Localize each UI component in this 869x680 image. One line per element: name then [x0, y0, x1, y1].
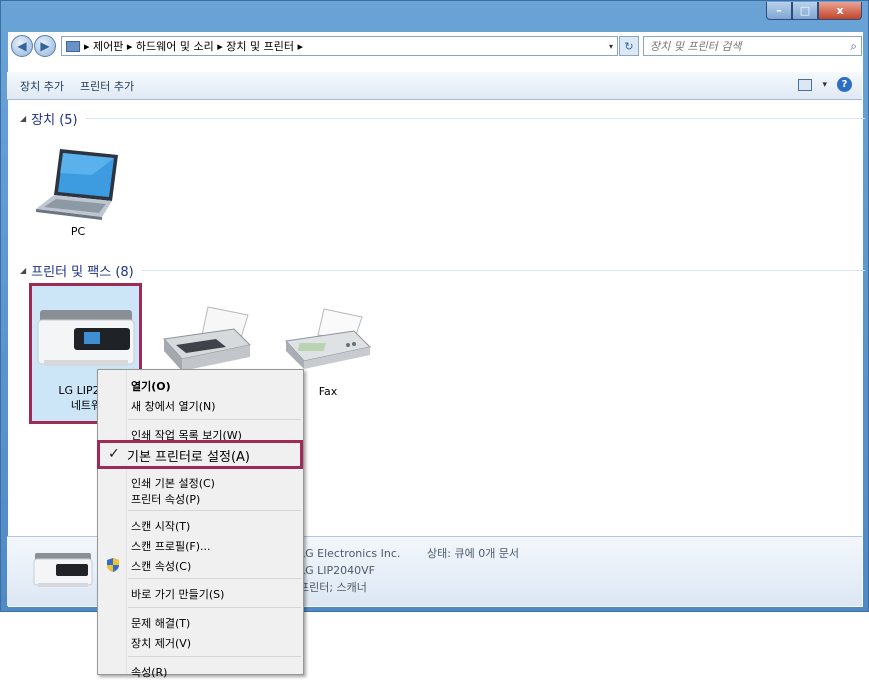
search-box[interactable]: ⌕	[643, 36, 862, 56]
help-icon[interactable]: ?	[837, 77, 852, 92]
search-icon[interactable]: ⌕	[850, 39, 857, 54]
fax-icon	[285, 308, 372, 369]
printer-generic[interactable]	[155, 305, 255, 378]
command-toolbar: 장치 추가 프린터 추가 ▾ ?	[7, 72, 862, 100]
close-button[interactable]: x	[818, 2, 862, 20]
menu-item-properties[interactable]: 속성(R)	[131, 664, 167, 680]
address-bar[interactable]: ▸ 제어판 ▸ 하드웨어 및 소리 ▸ 장치 및 프린터 ▸ ▾	[61, 36, 618, 56]
add-printer-button[interactable]: 프린터 추가	[72, 76, 142, 96]
menu-separator	[128, 656, 301, 657]
group-divider	[141, 270, 865, 271]
printers-group-header[interactable]: ◢ 프린터 및 팩스 (8)	[20, 261, 865, 280]
minimize-button[interactable]: –	[766, 2, 792, 20]
menu-item-scan-profiles[interactable]: 스캔 프로필(F)...	[131, 538, 211, 554]
multifunction-printer-icon	[37, 310, 135, 366]
device-pc[interactable]: PC	[30, 145, 126, 239]
menu-separator	[128, 510, 301, 511]
menu-item-open-new-window[interactable]: 새 창에서 열기(N)	[131, 398, 216, 414]
menu-item-scan-properties[interactable]: 스캔 속성(C)	[131, 558, 191, 574]
menu-item-open[interactable]: 열기(O)	[131, 378, 171, 394]
address-dropdown-icon[interactable]: ▾	[609, 42, 613, 51]
control-panel-icon	[66, 40, 80, 52]
menu-item-remove-device[interactable]: 장치 제거(V)	[131, 635, 191, 651]
menu-item-label: 기본 프린터로 설정(A)	[127, 450, 250, 465]
check-mark-icon: ✓	[108, 446, 120, 462]
device-label: PC	[70, 225, 86, 238]
menu-separator	[128, 578, 301, 579]
context-menu: 열기(O) 새 창에서 열기(N) 인쇄 작업 목록 보기(W) 인쇄 기본 설…	[97, 369, 304, 679]
printers-group-title: 프린터 및 팩스 (8)	[31, 265, 134, 280]
back-button[interactable]: ◀	[11, 35, 33, 57]
menu-separator	[128, 419, 301, 420]
refresh-button[interactable]: ↻	[619, 36, 639, 56]
menu-item-printing-preferences[interactable]: 인쇄 기본 설정(C)	[131, 475, 215, 491]
devices-group-header[interactable]: ◢ 장치 (5)	[20, 109, 865, 128]
menu-item-start-scan[interactable]: 스캔 시작(T)	[131, 518, 190, 534]
change-view-icon[interactable]	[798, 78, 813, 91]
caption-buttons: – □ x	[766, 2, 862, 20]
details-model: LG LIP2040VF	[299, 564, 376, 577]
view-dropdown-icon[interactable]: ▾	[822, 80, 827, 90]
multifunction-printer-icon	[33, 553, 93, 587]
breadcrumb[interactable]: ▸ 제어판 ▸ 하드웨어 및 소리 ▸ 장치 및 프린터 ▸	[84, 38, 303, 54]
menu-item-create-shortcut[interactable]: 바로 가기 만들기(S)	[131, 586, 224, 602]
navigation-bar: ◀ ▶ ▸ 제어판 ▸ 하드웨어 및 소리 ▸ 장치 및 프린터 ▸ ▾ ↻ ⌕	[7, 33, 862, 59]
menu-separator	[128, 607, 301, 608]
forward-button[interactable]: ▶	[34, 35, 56, 57]
collapse-icon[interactable]: ◢	[20, 266, 26, 275]
details-manufacturer: LG Electronics Inc.	[299, 547, 401, 560]
laptop-icon	[36, 149, 118, 220]
shield-icon	[107, 558, 119, 572]
printer-icon	[163, 306, 252, 371]
maximize-button[interactable]: □	[792, 2, 818, 20]
details-category: 프린터; 스캐너	[299, 581, 367, 594]
group-divider	[85, 118, 865, 119]
search-input[interactable]	[650, 39, 830, 53]
details-status: 상태: 큐에 0개 문서	[427, 545, 519, 562]
menu-item-printer-properties[interactable]: 프린터 속성(P)	[131, 491, 200, 507]
menu-item-troubleshoot[interactable]: 문제 해결(T)	[131, 615, 190, 631]
menu-gutter	[126, 370, 127, 674]
add-device-button[interactable]: 장치 추가	[12, 76, 72, 96]
collapse-icon[interactable]: ◢	[20, 114, 26, 123]
status-value: 큐에 0개 문서	[454, 547, 520, 560]
menu-item-set-default-printer[interactable]: ✓ 기본 프린터로 설정(A)	[97, 440, 303, 469]
status-label: 상태:	[427, 547, 451, 560]
devices-group-title: 장치 (5)	[31, 113, 78, 128]
